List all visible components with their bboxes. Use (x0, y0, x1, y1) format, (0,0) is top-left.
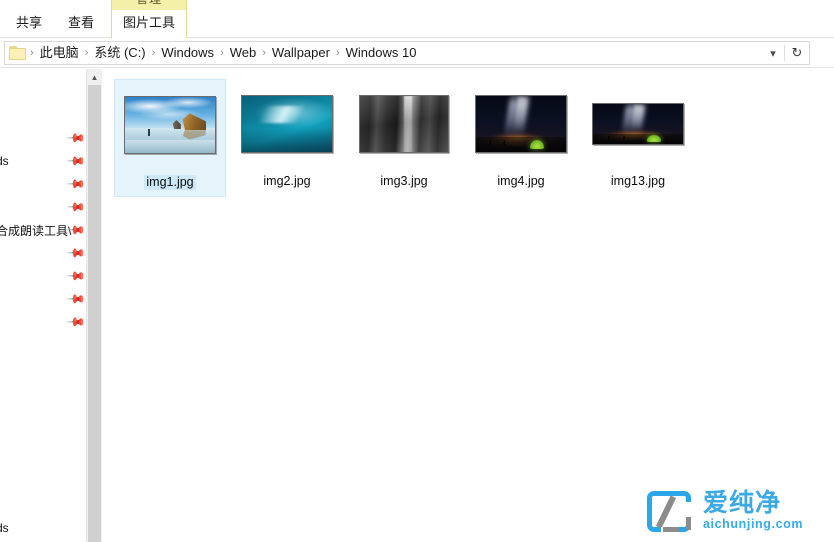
address-bar: › 此电脑 › 系统 (C:) › Windows › Web › Wallpa… (0, 38, 834, 68)
file-list-view[interactable]: img1.jpg img2.jpg img3.jpg img4.jpg img1… (104, 69, 834, 542)
list-item[interactable]: 📌 (0, 311, 86, 333)
file-name-label: img2.jpg (263, 174, 311, 188)
tab-view[interactable]: 查看 (58, 10, 104, 38)
tab-picture-tools[interactable]: 图片工具 (111, 10, 187, 38)
file-item-img3[interactable]: img3.jpg (348, 79, 460, 197)
folder-icon (9, 45, 27, 61)
ribbon-tab-strip: 管理 共享 查看 图片工具 (0, 0, 834, 38)
address-bar-controls: ▾ ↻ (762, 42, 809, 64)
file-item-img1[interactable]: img1.jpg (114, 79, 226, 197)
tab-share[interactable]: 共享 (6, 10, 52, 38)
file-explorer-window: 管理 共享 查看 图片工具 › 此电脑 › 系统 (C:) › Windows … (0, 0, 834, 542)
chevron-up-icon[interactable]: ▲ (87, 69, 102, 85)
thumbnail-image-img13 (592, 103, 684, 145)
thumbnail-container (120, 82, 220, 168)
thumbnail-image-img1 (124, 96, 216, 154)
aichunjing-logo-icon (645, 489, 694, 535)
list-item[interactable]: 📌 (0, 265, 86, 287)
file-name-label: img4.jpg (497, 174, 545, 188)
list-item[interactable]: 📌 (0, 196, 86, 218)
pin-icon: 📌 (66, 173, 86, 195)
watermark-domain: aichunjing.com (703, 517, 804, 531)
list-item[interactable]: 📌 (0, 288, 86, 310)
contextual-tab-group-label: 管理 (112, 0, 186, 8)
thumbnail-image-img2 (241, 95, 333, 153)
breadcrumb-item-windows-10[interactable]: Windows 10 (341, 43, 422, 63)
breadcrumb-item-system-c[interactable]: 系统 (C:) (89, 43, 150, 63)
scrollbar-thumb[interactable] (88, 85, 101, 542)
thumbnail-image-img3 (359, 95, 449, 153)
pin-icon: 📌 (66, 288, 86, 310)
file-item-img2[interactable]: img2.jpg (231, 79, 343, 197)
list-item[interactable]: 📌 (0, 127, 86, 149)
nav-item-label: ds (0, 521, 9, 535)
list-item[interactable]: ds (0, 517, 86, 539)
pin-icon: 📌 (66, 265, 86, 287)
list-item[interactable]: ds 📌 (0, 150, 86, 172)
breadcrumb[interactable]: › 此电脑 › 系统 (C:) › Windows › Web › Wallpa… (4, 41, 810, 65)
list-item[interactable]: 📌 (0, 173, 86, 195)
contextual-tab-group-header: 管理 (111, 0, 187, 10)
thumbnail-container (471, 81, 571, 167)
list-item[interactable]: 📌 (0, 242, 86, 264)
watermark-text: 爱纯净 aichunjing.com (703, 490, 803, 532)
refresh-icon[interactable]: ↻ (785, 42, 809, 64)
navigation-pane[interactable]: 📌 ds 📌 📌 📌 合成朗读工具\ 📌 📌 📌 📌 (0, 69, 86, 542)
thumbnail-container (588, 81, 688, 167)
thumbnail-image-img4 (475, 95, 567, 153)
watermark-chinese: 爱纯净 (703, 489, 782, 517)
breadcrumb-item-this-pc[interactable]: 此电脑 (35, 43, 84, 63)
thumbnail-container (354, 81, 454, 167)
thumbnail-container (237, 81, 337, 167)
watermark: 爱纯净 aichunjing.com (645, 486, 827, 536)
file-name-label: img1.jpg (144, 175, 196, 190)
chevron-down-icon[interactable]: ▾ (762, 42, 784, 64)
pin-icon: 📌 (66, 127, 86, 149)
list-item[interactable] (0, 407, 86, 429)
navigation-pane-scrollbar[interactable]: ▲ (86, 69, 102, 542)
file-name-label: img13.jpg (610, 174, 666, 188)
file-name-label: img3.jpg (380, 174, 428, 188)
breadcrumb-item-wallpaper[interactable]: Wallpaper (267, 43, 335, 63)
pin-icon: 📌 (66, 242, 86, 264)
file-item-img13[interactable]: img13.jpg (582, 79, 694, 197)
breadcrumb-item-windows[interactable]: Windows (156, 43, 219, 63)
pin-icon: 📌 (66, 311, 86, 333)
pin-icon: 📌 (66, 196, 86, 218)
list-item[interactable]: 合成朗读工具\ 📌 (0, 219, 86, 241)
breadcrumb-item-web[interactable]: Web (225, 43, 262, 63)
file-item-img4[interactable]: img4.jpg (465, 79, 577, 197)
